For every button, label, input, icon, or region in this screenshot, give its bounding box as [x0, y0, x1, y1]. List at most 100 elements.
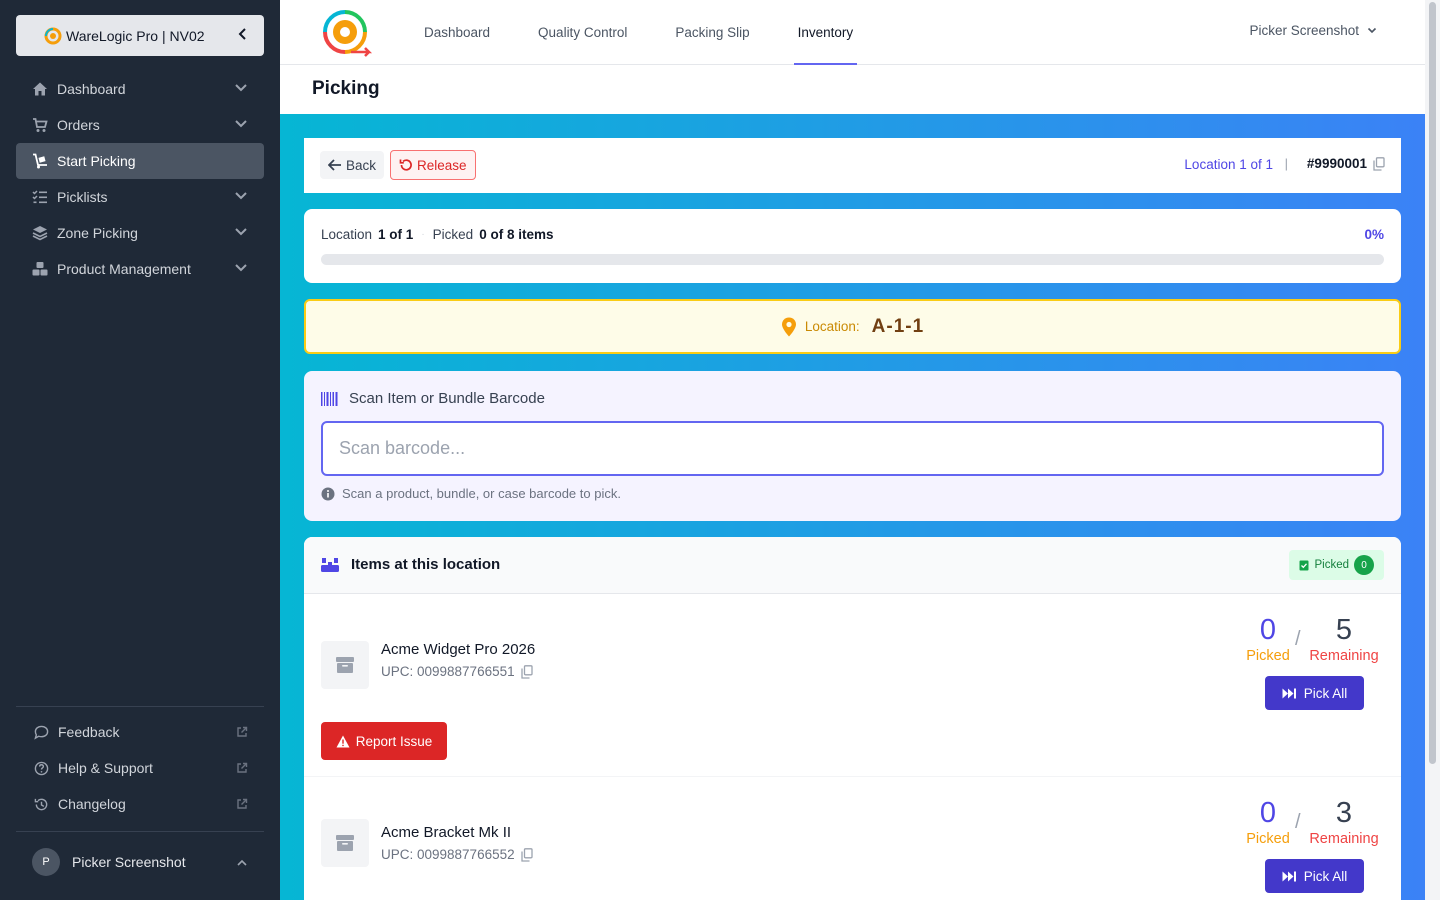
sidebar-item-label: Picklists [57, 189, 108, 205]
sidebar-item-orders[interactable]: Orders [16, 107, 264, 143]
sidebar-item-label: Dashboard [57, 81, 126, 97]
separator-dot: · [421, 229, 425, 240]
sidebar-divider [16, 831, 264, 832]
sidebar-item-label: Zone Picking [57, 225, 138, 241]
external-link-icon [236, 798, 248, 810]
sidebar-bottom-nav: Feedback Help & Support Changelog [16, 714, 264, 822]
top-nav-tabs: Dashboard Quality Control Packing Slip I… [400, 0, 877, 65]
list-item: Acme Widget Pro 2026 UPC: 0099887766551 … [304, 594, 1401, 777]
chevron-down-icon [234, 83, 248, 93]
barcode-icon [321, 391, 338, 406]
tab-packing-slip[interactable]: Packing Slip [671, 0, 753, 65]
progress-summary: Location 1 of 1 · Picked 0 of 8 items [321, 227, 553, 242]
report-issue-button[interactable]: Report Issue [321, 722, 447, 760]
back-button[interactable]: Back [320, 151, 385, 179]
sidebar-item-dashboard[interactable]: Dashboard [16, 71, 264, 107]
sidebar-nav: Dashboard Orders Start Picking Picklists… [16, 71, 264, 287]
items-header: Items at this location Picked 0 [304, 537, 1401, 594]
count-separator: / [1295, 811, 1301, 833]
home-icon [31, 80, 49, 98]
sidebar-item-help-support[interactable]: Help & Support [16, 750, 264, 786]
list-check-icon [31, 188, 49, 206]
progress-bar [321, 254, 1384, 265]
app-logo-icon[interactable] [317, 5, 373, 59]
remaining-count-value: 3 [1335, 797, 1353, 829]
picked-count: 0 Picked [1244, 797, 1292, 847]
collapse-sidebar-icon[interactable] [236, 27, 250, 41]
chevron-down-icon [234, 227, 248, 237]
tab-quality-control[interactable]: Quality Control [534, 0, 631, 65]
sidebar-item-product-management[interactable]: Product Management [16, 251, 264, 287]
layers-icon [31, 224, 49, 242]
product-upc: UPC: 0099887766552 [381, 847, 533, 862]
chevron-down-icon [234, 263, 248, 273]
scrollbar-thumb[interactable] [1429, 2, 1436, 764]
product-name: Acme Widget Pro 2026 [381, 641, 536, 658]
order-number-value: #9990001 [1306, 156, 1367, 171]
divider: | [1284, 156, 1288, 171]
clipboard-check-icon [1299, 559, 1309, 571]
release-button[interactable]: Release [390, 150, 476, 180]
sidebar-item-changelog[interactable]: Changelog [16, 786, 264, 822]
top-user-menu[interactable]: Picker Screenshot [1249, 23, 1377, 38]
items-title: Items at this location [321, 556, 500, 573]
location-label: Location [321, 227, 373, 242]
brand-switcher[interactable]: WareLogic Pro | NV02 [16, 15, 264, 56]
chevron-down-icon [1367, 27, 1377, 34]
product-upc: UPC: 0099887766551 [381, 664, 533, 679]
scan-hint-text: Scan a product, bundle, or case barcode … [342, 486, 621, 501]
order-number: #9990001 [1307, 156, 1385, 171]
product-thumbnail [321, 641, 369, 689]
tab-dashboard[interactable]: Dashboard [420, 0, 494, 65]
copy-icon[interactable] [1373, 156, 1385, 171]
tab-inventory[interactable]: Inventory [793, 0, 858, 65]
pick-counts: 0 Picked / 3 Remaining [1244, 797, 1384, 855]
back-button-label: Back [346, 157, 377, 173]
copy-icon[interactable] [520, 664, 533, 679]
remaining-count-label: Remaining [1309, 648, 1379, 664]
chevron-up-icon [236, 859, 248, 867]
picking-actions-bar: Back Release Location 1 of 1 | #9990001 [304, 138, 1401, 193]
brand-logo-icon [44, 27, 62, 45]
pick-all-button[interactable]: Pick All [1265, 859, 1364, 893]
sidebar-item-picklists[interactable]: Picklists [16, 179, 264, 215]
sidebar-item-feedback[interactable]: Feedback [16, 714, 264, 750]
picked-count-value: 0 [1259, 614, 1277, 646]
cart-icon [31, 116, 49, 134]
info-icon [321, 487, 335, 501]
pick-all-button[interactable]: Pick All [1265, 676, 1364, 710]
remaining-count-value: 5 [1335, 614, 1353, 646]
remaining-count: 5 Remaining [1304, 614, 1384, 664]
count-separator: / [1295, 628, 1301, 650]
picked-count-value: 0 [1259, 797, 1277, 829]
boxes-icon [31, 260, 49, 278]
question-icon [32, 759, 50, 777]
sidebar-user-menu[interactable]: P Picker Screenshot [16, 843, 264, 881]
history-icon [32, 795, 50, 813]
release-button-label: Release [417, 157, 467, 173]
location-code: A-1-1 [871, 315, 925, 337]
picked-badge-label: Picked [1314, 559, 1349, 571]
product-upc-text: UPC: 0099887766551 [381, 664, 515, 679]
barcode-input[interactable] [321, 421, 1384, 476]
items-card: Items at this location Picked 0 Acme Wid… [304, 537, 1401, 900]
avatar: P [32, 848, 60, 876]
top-navbar: Dashboard Quality Control Packing Slip I… [280, 0, 1425, 65]
pick-counts: 0 Picked / 5 Remaining [1244, 614, 1384, 672]
sidebar-item-label: Changelog [58, 796, 126, 812]
picked-count-label: Picked [1246, 831, 1290, 847]
external-link-icon [236, 762, 248, 774]
sidebar-item-start-picking[interactable]: Start Picking [16, 143, 264, 179]
location-progress: 1 of 1 [378, 227, 414, 242]
box-icon [335, 834, 355, 852]
page-scrollbar[interactable] [1425, 0, 1440, 900]
product-name: Acme Bracket Mk II [381, 824, 512, 841]
picked-count-label: Picked [1246, 648, 1290, 664]
sidebar-item-zone-picking[interactable]: Zone Picking [16, 215, 264, 251]
copy-icon[interactable] [520, 847, 533, 862]
picked-label: Picked [432, 227, 474, 242]
sidebar-item-label: Help & Support [58, 760, 153, 776]
list-item: Acme Bracket Mk II UPC: 0099887766552 0 … [304, 777, 1401, 900]
picked-count: 0 Picked [1244, 614, 1292, 664]
picked-progress: 0 of 8 items [479, 227, 554, 242]
